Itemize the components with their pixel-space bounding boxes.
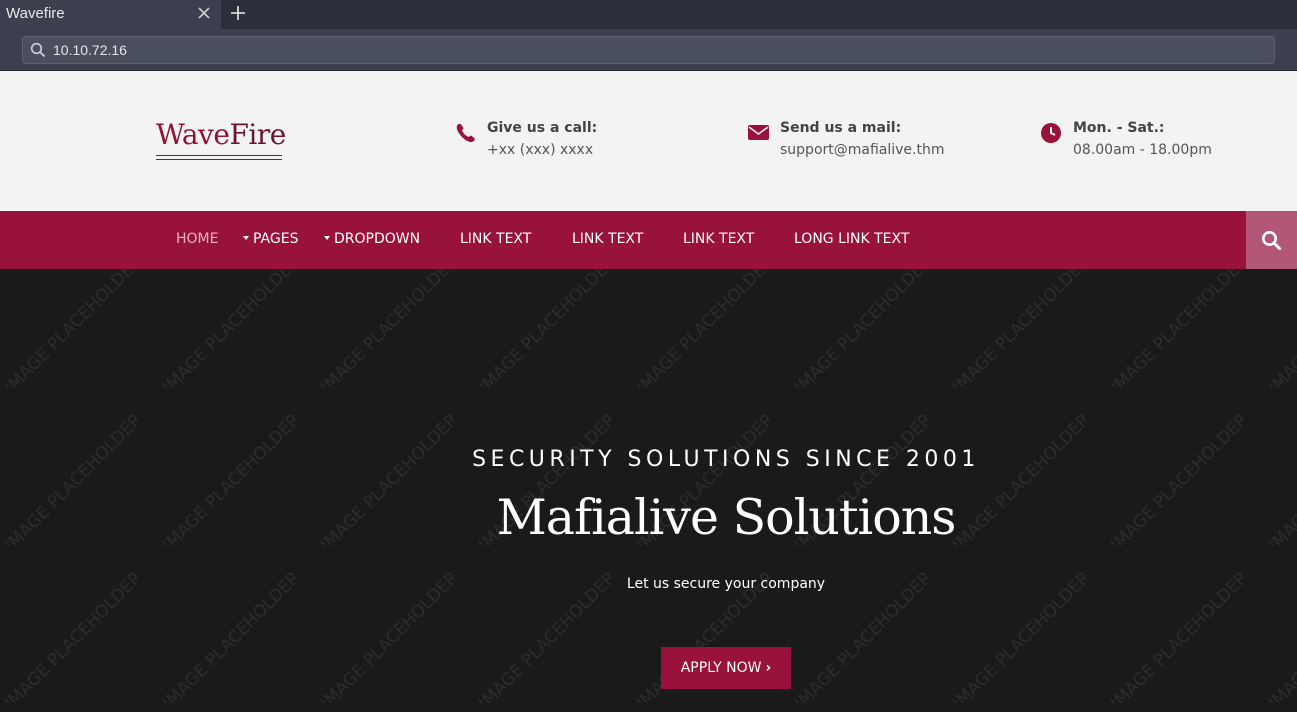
close-icon[interactable]: [196, 5, 212, 21]
address-bar[interactable]: 10.10.72.16: [22, 36, 1275, 64]
nav-home[interactable]: HOME: [176, 231, 218, 247]
main-nav: HOME PAGES DROPDOWN LINK TEXT LINK TEXT …: [0, 211, 1297, 269]
caret-down-icon: [243, 236, 249, 240]
hero-section: IMAGE PLACEHOLDER SECURITY SOLUTIONS SIN…: [0, 269, 1297, 712]
logo-part-1: Wave: [156, 118, 230, 151]
chevron-right-icon: ›: [765, 660, 772, 676]
new-tab-icon[interactable]: [229, 4, 247, 22]
contact-call-value: +xx (xxx) xxxx: [487, 142, 594, 158]
contact-hours-label: Mon. - Sat.:: [1073, 120, 1165, 136]
logo-underline: [156, 155, 282, 160]
apply-now-label: APPLY NOW: [680, 660, 762, 676]
nav-pages[interactable]: PAGES: [243, 231, 298, 247]
apply-now-button[interactable]: APPLY NOW ›: [661, 647, 791, 689]
search-icon: [30, 42, 46, 58]
search-icon: [1262, 231, 1281, 250]
hero-subtitle: Let us secure your company: [626, 576, 826, 592]
nav-dropdown-label: DROPDOWN: [334, 231, 421, 247]
nav-link-3[interactable]: LINK TEXT: [683, 231, 754, 247]
browser-toolbar: 10.10.72.16: [0, 29, 1297, 71]
site-header: WaveFire Give us a call: +xx (xxx) xxxx …: [0, 71, 1297, 211]
contact-mail-label: Send us a mail:: [780, 120, 902, 136]
hero-title: Mafialive Solutions: [496, 489, 957, 546]
contact-mail-value: support@mafialive.thm: [780, 142, 945, 158]
nav-link-2[interactable]: LINK TEXT: [572, 231, 643, 247]
search-button[interactable]: [1246, 211, 1297, 269]
site-logo[interactable]: WaveFire: [156, 118, 286, 151]
nav-pages-label: PAGES: [253, 231, 299, 247]
url-text: 10.10.72.16: [53, 42, 127, 58]
clock-icon: [1041, 123, 1061, 143]
nav-long-link[interactable]: LONG LINK TEXT: [794, 231, 909, 247]
caret-down-icon: [324, 236, 330, 240]
phone-icon: [456, 124, 475, 143]
tab-title: Wavefire: [6, 5, 65, 22]
nav-dropdown[interactable]: DROPDOWN: [324, 231, 420, 247]
contact-hours-value: 08.00am - 18.00pm: [1073, 142, 1212, 158]
browser-tab[interactable]: Wavefire: [0, 0, 221, 29]
logo-part-2: Fire: [229, 118, 286, 151]
nav-link-1[interactable]: LINK TEXT: [460, 231, 531, 247]
hero-eyebrow: SECURITY SOLUTIONS SINCE 2001: [472, 447, 980, 472]
browser-tabbar: Wavefire: [0, 0, 1297, 29]
envelope-icon: [748, 125, 769, 140]
contact-call-label: Give us a call:: [487, 120, 598, 136]
